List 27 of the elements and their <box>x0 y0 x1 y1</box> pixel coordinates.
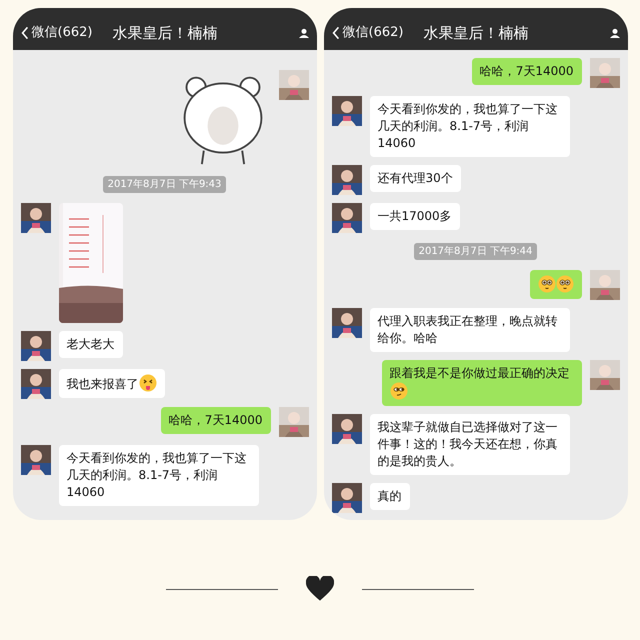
message-bubble: 今天看到你发的，我也算了一下这几天的利润。8.1-7号，利润14060 <box>58 445 258 506</box>
timestamp: 2017年8月7日 下午9:43 <box>102 176 226 193</box>
timestamp: 2017年8月7日 下午9:44 <box>414 243 538 260</box>
chevron-left-icon <box>332 26 340 40</box>
emoji-icon <box>556 275 574 293</box>
message-bubble: 真的 <box>370 483 410 510</box>
emoji-icon <box>138 374 156 392</box>
emoji-icon <box>538 275 556 293</box>
chat-title: 水果皇后！楠楠 <box>423 22 530 44</box>
person-icon[interactable] <box>298 27 308 39</box>
message-bubble: 还有代理30个 <box>370 165 461 192</box>
message-bubble: 老大老大 <box>58 331 122 358</box>
chevron-left-icon <box>20 26 28 40</box>
back-button[interactable]: 微信(662) <box>332 23 404 43</box>
message-bubble: 我也来报喜了 <box>58 369 164 398</box>
person-icon[interactable] <box>610 27 620 39</box>
message-bubble: 我这辈子就做自已选择做对了这一件事！这的！我今天还在想，你真的是我的贵人。 <box>370 414 570 475</box>
message-bubble: 哈哈，7天14000 <box>160 407 270 434</box>
message-bubble: 今天看到你发的，我也算了一下这几天的利润。8.1-7号，利润14060 <box>370 96 570 157</box>
message-bubble: 一共17000多 <box>370 203 460 230</box>
message-bubble: 代理入职表我正在整理，晚点就转给你。哈哈 <box>370 308 570 352</box>
message-bubble: 哈哈，7天14000 <box>472 58 582 85</box>
emoji-icon <box>390 382 408 400</box>
chat-title: 水果皇后！楠楠 <box>112 22 218 44</box>
message-bubble: 跟着我是不是你做过最正确的决定 <box>382 360 582 406</box>
heart-icon <box>306 576 334 602</box>
back-button[interactable]: 微信(662) <box>20 23 92 43</box>
